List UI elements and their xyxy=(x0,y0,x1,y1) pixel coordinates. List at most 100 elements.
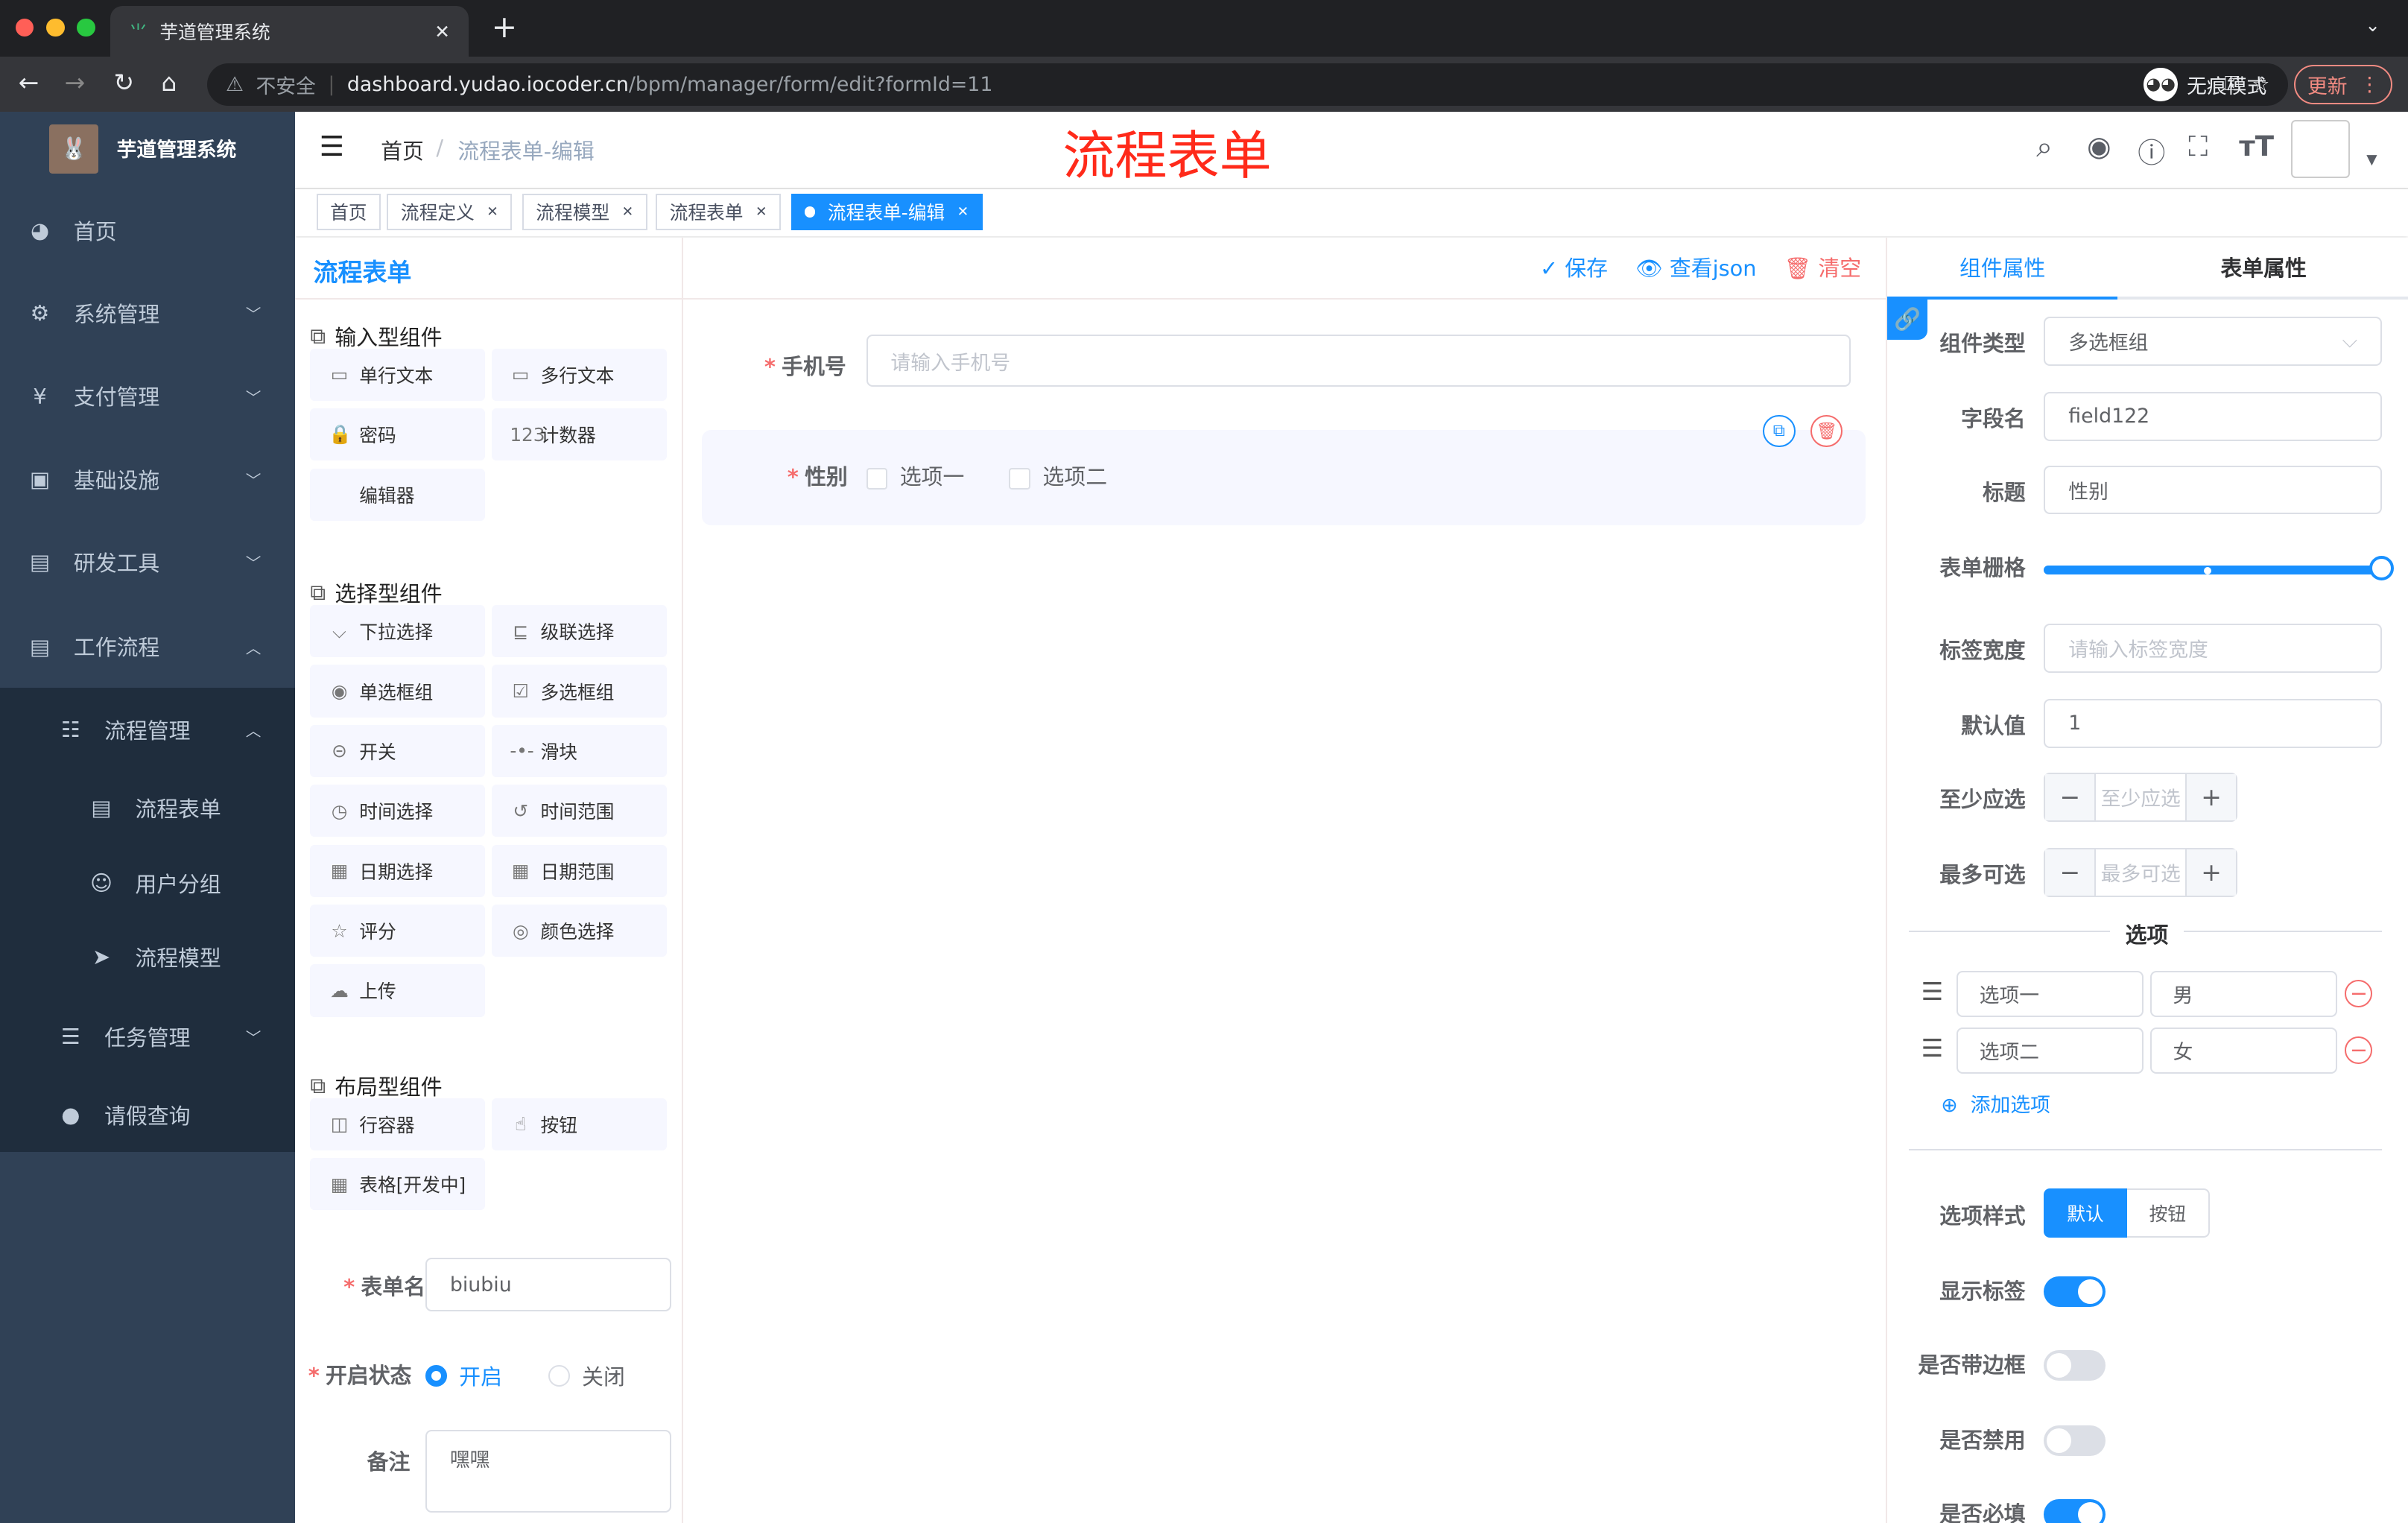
tag-3[interactable]: 流程模型 ✕ xyxy=(522,193,647,231)
option-label-input[interactable]: 选项二 xyxy=(1956,1027,2144,1074)
remove-option-icon[interactable]: − xyxy=(2345,980,2373,1008)
component-item[interactable]: ☝ 按钮 xyxy=(491,1098,667,1150)
option-value-input[interactable]: 男 xyxy=(2149,970,2338,1017)
tab-list-chevron-icon[interactable]: ⌄ xyxy=(2365,14,2380,36)
active-form-item[interactable]: * 性别 选项一 选项二 xyxy=(701,430,1866,525)
address-bar[interactable]: ⚠ 不安全 | dashboard.yudao.iocoder.cn/bpm/m… xyxy=(207,63,2289,107)
form-name-input[interactable]: biubiu xyxy=(425,1258,671,1312)
sidebar-item-4[interactable]: ▣ 基础设施 ﹀ xyxy=(0,437,295,520)
new-tab-button[interactable]: + xyxy=(492,9,518,45)
component-item[interactable]: ☁ 上传 xyxy=(310,964,486,1017)
component-item[interactable]: ▭ 单行文本 xyxy=(310,348,486,401)
add-option-button[interactable]: ⊕ 添加选项 xyxy=(1941,1089,2050,1118)
decrement-button[interactable]: − xyxy=(2045,849,2095,896)
component-item[interactable]: ⊝ 开关 xyxy=(310,724,486,777)
type-select[interactable]: 多选框组 ⌵ xyxy=(2044,316,2382,366)
checkbox-option-1[interactable]: 选项一 xyxy=(866,460,964,491)
checkbox-option-2[interactable]: 选项二 xyxy=(1009,460,1107,491)
back-button[interactable]: ← xyxy=(19,68,39,97)
tag-5[interactable]: 流程表单-编辑 ✕ xyxy=(790,193,983,231)
forward-button[interactable]: → xyxy=(65,68,86,97)
component-item[interactable]: ◷ 时间选择 xyxy=(310,785,486,838)
sidebar-item-5[interactable]: ▤ 研发工具 ﹀ xyxy=(0,521,295,604)
option-value-input[interactable]: 女 xyxy=(2149,1027,2338,1074)
close-tag-icon[interactable]: ✕ xyxy=(487,204,498,220)
sidebar-item-10[interactable]: ➤ 流程模型 xyxy=(0,915,295,998)
close-tag-icon[interactable]: ✕ xyxy=(622,204,634,220)
sidebar-item-9[interactable]: ☺ 用户分组 xyxy=(0,842,295,925)
update-button[interactable]: 更新 ⋮ xyxy=(2294,64,2393,105)
grid-slider-handle[interactable] xyxy=(2369,556,2395,581)
component-item[interactable]: 编辑器 xyxy=(310,468,486,521)
save-button[interactable]: ✓ 保存 xyxy=(1540,252,1608,282)
increment-button[interactable]: + xyxy=(2187,849,2237,896)
component-item[interactable]: ◎ 颜色选择 xyxy=(491,905,667,957)
copy-icon[interactable]: ⧉ xyxy=(1763,414,1796,447)
github-icon[interactable]: ◉ xyxy=(2087,130,2111,162)
close-window-button[interactable] xyxy=(15,18,34,37)
maximize-window-button[interactable] xyxy=(77,18,95,37)
sidebar-item-2[interactable]: ⚙ 系统管理 ﹀ xyxy=(0,272,295,355)
field-input[interactable]: field122 xyxy=(2044,391,2382,441)
tag-2[interactable]: 流程定义 ✕ xyxy=(387,193,513,231)
close-tag-icon[interactable]: ✕ xyxy=(957,204,969,220)
sidebar-item-12[interactable]: ● 请假查询 xyxy=(0,1074,295,1156)
clear-button[interactable]: 🗑 清空 xyxy=(1784,252,1861,282)
disabled-toggle[interactable] xyxy=(2044,1425,2106,1456)
min-stepper[interactable]: − 至少应选 + xyxy=(2044,772,2238,822)
status-on-radio[interactable]: 开启 xyxy=(425,1361,502,1391)
view-json-button[interactable]: 👁 查看json xyxy=(1635,252,1756,282)
tag-4[interactable]: 流程表单 ✕ xyxy=(656,193,782,231)
component-item[interactable]: ⌵ 下拉选择 xyxy=(310,605,486,658)
tag-1[interactable]: 首页 xyxy=(316,193,381,231)
sidebar-item-1[interactable]: ◕ 首页 xyxy=(0,189,295,272)
reload-button[interactable]: ↻ xyxy=(114,68,135,97)
style-button-button[interactable]: 按钮 xyxy=(2126,1188,2210,1238)
title-input[interactable]: 性别 xyxy=(2044,465,2382,515)
font-size-icon[interactable]: тT xyxy=(2239,130,2274,162)
close-tag-icon[interactable]: ✕ xyxy=(755,204,767,220)
option-label-input[interactable]: 选项一 xyxy=(1956,970,2144,1017)
component-item[interactable]: ▦ 表格[开发中] xyxy=(310,1158,486,1211)
sidebar-item-6[interactable]: ▤ 工作流程 ︿ xyxy=(0,605,295,688)
show-label-toggle[interactable] xyxy=(2044,1276,2106,1308)
drag-handle-icon[interactable]: ☰ xyxy=(1921,1033,1943,1063)
browser-tab[interactable]: ⺌ 芋道管理系统 ✕ xyxy=(110,6,469,57)
component-item[interactable]: ◉ 单选框组 xyxy=(310,665,486,718)
help-icon[interactable]: ⓘ xyxy=(2138,130,2165,171)
fullscreen-icon[interactable]: ⛶ xyxy=(2188,130,2208,163)
grid-slider[interactable] xyxy=(2044,556,2395,581)
component-item[interactable]: ▭ 多行文本 xyxy=(491,348,667,401)
component-item[interactable]: ☑ 多选框组 xyxy=(491,665,667,718)
caret-down-icon[interactable]: ▼ xyxy=(2366,152,2377,168)
component-item[interactable]: 123 计数器 xyxy=(491,408,667,461)
component-item[interactable]: ⊑ 级联选择 xyxy=(491,605,667,658)
delete-icon[interactable]: 🗑 xyxy=(1810,414,1843,447)
decrement-button[interactable]: − xyxy=(2045,773,2095,820)
component-item[interactable]: ↺ 时间范围 xyxy=(491,785,667,838)
status-off-radio[interactable]: 关闭 xyxy=(548,1361,625,1391)
incognito-indicator[interactable]: ◕◕ 无痕模式 xyxy=(2144,65,2266,105)
style-default-button[interactable]: 默认 xyxy=(2044,1188,2127,1238)
component-item[interactable]: ▦ 日期范围 xyxy=(491,844,667,897)
sidebar-item-3[interactable]: ¥ 支付管理 ﹀ xyxy=(0,355,295,437)
component-item[interactable]: ▦ 日期选择 xyxy=(310,844,486,897)
security-label[interactable]: 不安全 xyxy=(256,70,315,99)
component-item[interactable]: ☆ 评分 xyxy=(310,905,486,957)
close-tab-icon[interactable]: ✕ xyxy=(434,21,450,42)
minimize-window-button[interactable] xyxy=(45,18,65,37)
sidebar-item-7[interactable]: ☷ 流程管理 ︿ xyxy=(0,688,295,770)
default-input[interactable]: 1 xyxy=(2044,698,2382,748)
increment-button[interactable]: + xyxy=(2187,773,2237,820)
home-button[interactable]: ⌂ xyxy=(161,68,177,97)
breadcrumb-home[interactable]: 首页 xyxy=(381,135,424,165)
sidebar-item-8[interactable]: ▤ 流程表单 xyxy=(0,767,295,849)
sidebar-item-11[interactable]: ☰ 任务管理 ﹀ xyxy=(0,995,295,1078)
component-item[interactable]: 🔒 密码 xyxy=(310,408,486,461)
remark-textarea[interactable]: 嘿嘿 xyxy=(425,1429,671,1513)
border-toggle[interactable] xyxy=(2044,1349,2106,1381)
remove-option-icon[interactable]: − xyxy=(2345,1036,2373,1065)
avatar[interactable] xyxy=(2291,119,2350,179)
max-stepper[interactable]: − 最多可选 + xyxy=(2044,847,2238,897)
hamburger-icon[interactable]: ☰ xyxy=(320,130,344,162)
